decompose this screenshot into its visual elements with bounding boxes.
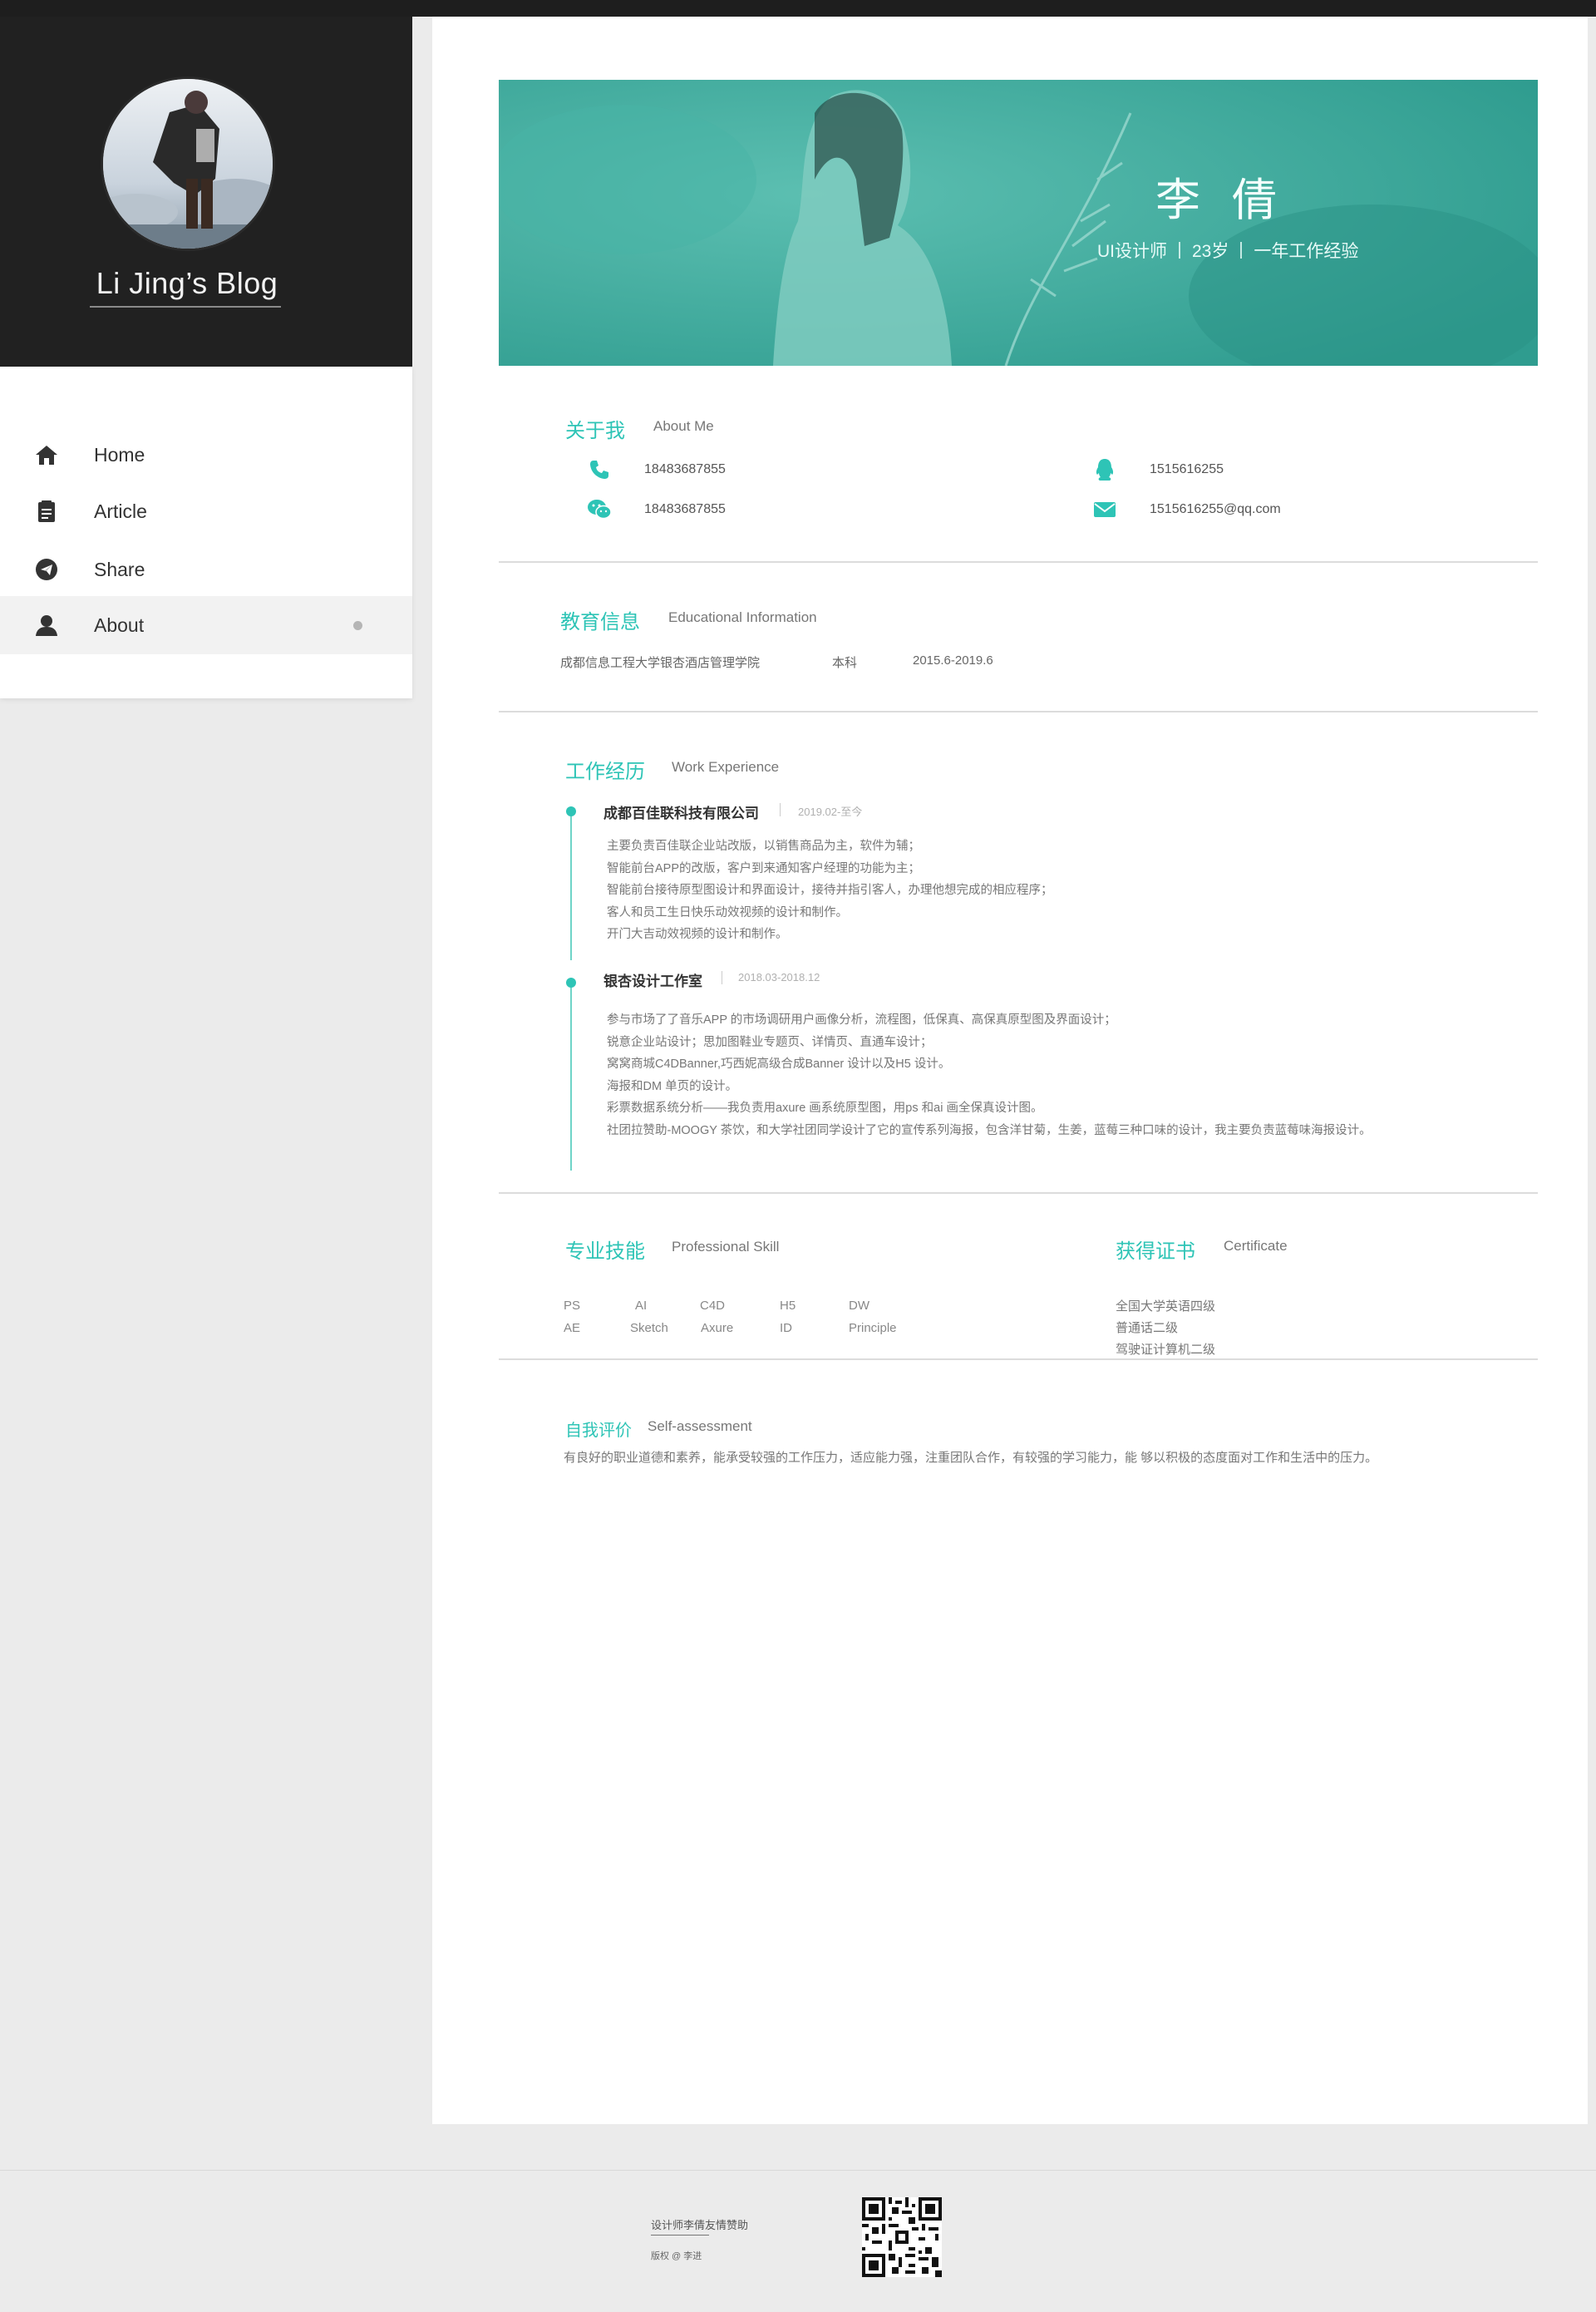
top-bar: [0, 0, 1596, 17]
nav-label-about: About: [94, 614, 145, 636]
nav-item-article[interactable]: Article: [0, 482, 412, 540]
certificate-title-cn: 获得证书: [1116, 1240, 1195, 1263]
certificate-title-en: Certificate: [1224, 1238, 1288, 1254]
certificate-item: 普通话二级: [1116, 1321, 1179, 1335]
self-assessment-text: 有良好的职业道德和素养，能承受较强的工作压力，适应能力强，注重团队合作，有较强的…: [564, 1451, 1378, 1465]
self-title-en: Self-assessment: [648, 1418, 752, 1434]
nav-label-share: Share: [94, 558, 145, 580]
skill-item: AI: [635, 1299, 648, 1313]
profile-subtitle: UI设计师 23岁 一年工作经验: [1097, 238, 1358, 263]
main-content: 李倩 UI设计师 23岁 一年工作经验 关于我 About Me 1848368…: [432, 17, 1588, 2124]
phone-number[interactable]: 18483687855: [644, 462, 726, 477]
job-duty: 开门大吉动效视频的设计和制作。: [607, 928, 788, 941]
profile-banner: 李倩 UI设计师 23岁 一年工作经验: [499, 80, 1538, 366]
skills-title-cn: 专业技能: [565, 1240, 645, 1263]
work-title-cn: 工作经历: [565, 760, 645, 783]
job-duty: 参与市场了了音乐APP 的市场调研用户画像分析，流程图，低保真、高保真原型图及界…: [607, 1013, 1116, 1027]
job-duty: 智能前台接待原型图设计和界面设计，接待并指引客人，办理他想完成的相应程序；: [607, 884, 1053, 897]
education-degree: 本科: [832, 656, 858, 670]
job-duty: 社团拉赞助-MOOGY 茶饮，和大学社团同学设计了它的宣传系列海报，包含洋甘菊，…: [607, 1123, 1372, 1137]
skill-item: C4D: [700, 1299, 726, 1313]
sidebar-header: Li Jing’s Blog: [0, 17, 412, 367]
about-title-en: About Me: [653, 418, 714, 434]
skill-item: Principle: [849, 1321, 897, 1335]
nav-item-share[interactable]: Share: [0, 540, 412, 599]
sidebar-nav: Home Article Share About: [0, 367, 412, 698]
avatar[interactable]: [101, 76, 275, 251]
blog-title[interactable]: Li Jing’s Blog: [0, 266, 374, 301]
profile-role: UI设计师: [1097, 242, 1167, 261]
education-school: 成都信息工程大学银杏酒店管理学院: [560, 656, 761, 670]
email-address[interactable]: 1515616255@qq.com: [1150, 502, 1281, 517]
section-divider: [499, 1358, 1538, 1360]
section-divider: [499, 1192, 1538, 1194]
job-duty: 锐意企业站设计；思加图鞋业专题页、详情页、直通车设计；: [607, 1035, 933, 1049]
job-separator: [780, 803, 781, 816]
job-duty: 海报和DM 单页的设计。: [607, 1079, 738, 1093]
section-divider: [499, 561, 1538, 563]
footer-sponsor[interactable]: 设计师李倩友情赞助: [651, 2216, 748, 2232]
subtitle-separator: [1240, 242, 1243, 259]
timeline-dot: [566, 806, 576, 816]
timeline-dot: [566, 978, 576, 988]
job-description: 参与市场了了音乐APP 的市场调研用户画像分析，流程图，低保真、高保真原型图及界…: [607, 1009, 1372, 1141]
job-period: 2018.03-2018.12: [738, 971, 820, 983]
skill-item: AE: [564, 1321, 581, 1335]
qr-code: [862, 2197, 942, 2277]
section-divider: [499, 711, 1538, 712]
self-title-cn: 自我评价: [565, 1420, 632, 1440]
skill-item: ID: [780, 1321, 792, 1335]
job-period: 2019.02-至今: [798, 806, 863, 818]
nav-label-home: Home: [94, 443, 145, 466]
job-duty: 主要负责百佳联企业站改版，以销售商品为主，软件为辅；: [607, 840, 920, 853]
skill-item: DW: [849, 1299, 869, 1313]
skill-item: Sketch: [630, 1321, 668, 1335]
profile-name: 李倩: [1155, 174, 1308, 226]
job-duty: 客人和员工生日快乐动效视频的设计和制作。: [607, 905, 848, 919]
skills-title-en: Professional Skill: [672, 1239, 780, 1255]
profile-age: 23岁: [1192, 242, 1229, 261]
education-period: 2015.6-2019.6: [913, 653, 993, 668]
certificate-item: 全国大学英语四级: [1116, 1299, 1216, 1314]
certificate-item: 驾驶证计算机二级: [1116, 1343, 1216, 1357]
article-icon: [33, 498, 60, 525]
education-title-en: Educational Information: [668, 609, 817, 625]
job-duty: 智能前台APP的改版，客户到来通知客户经理的功能为主；: [607, 861, 921, 875]
wechat-icon: [587, 497, 612, 522]
job-duty: 彩票数据系统分析——我负责用axure 画系统原型图，用ps 和ai 画全保真设…: [607, 1102, 1043, 1115]
footer-divider: [0, 2170, 1596, 2171]
subtitle-separator: [1179, 242, 1180, 259]
footer-copyright: 版权 @ 李进: [651, 2251, 702, 2261]
home-icon: [33, 441, 60, 468]
blog-title-underline: [90, 306, 281, 308]
qq-number[interactable]: 1515616255: [1150, 462, 1224, 477]
phone-icon: [587, 457, 612, 482]
wechat-id[interactable]: 18483687855: [644, 502, 726, 517]
share-icon: [33, 556, 60, 583]
job-duty: 窝窝商城C4DBanner,巧西妮高级合成Banner 设计以及H5 设计。: [607, 1057, 951, 1071]
about-title-cn: 关于我: [565, 419, 625, 442]
job-company: 银杏设计工作室: [603, 974, 702, 989]
email-icon: [1092, 497, 1117, 522]
timeline-line: [570, 981, 572, 1171]
education-title-cn: 教育信息: [560, 610, 640, 633]
qq-icon: [1092, 457, 1117, 482]
profile-experience: 一年工作经验: [1254, 242, 1359, 261]
work-title-en: Work Experience: [672, 759, 780, 775]
nav-item-home[interactable]: Home: [0, 426, 412, 484]
nav-item-about[interactable]: About: [0, 596, 412, 654]
user-icon: [33, 612, 60, 638]
skill-item: PS: [564, 1299, 581, 1313]
skill-item: H5: [780, 1299, 796, 1313]
nav-label-article: Article: [94, 500, 147, 522]
skill-item: Axure: [701, 1321, 734, 1335]
active-indicator-dot: [353, 620, 362, 630]
job-description: 主要负责百佳联企业站改版，以销售商品为主，软件为辅； 智能前台APP的改版，客户…: [607, 836, 1053, 946]
timeline-line: [570, 811, 572, 960]
footer-sponsor-underline: [651, 2235, 709, 2236]
job-company: 成都百佳联科技有限公司: [603, 806, 759, 821]
